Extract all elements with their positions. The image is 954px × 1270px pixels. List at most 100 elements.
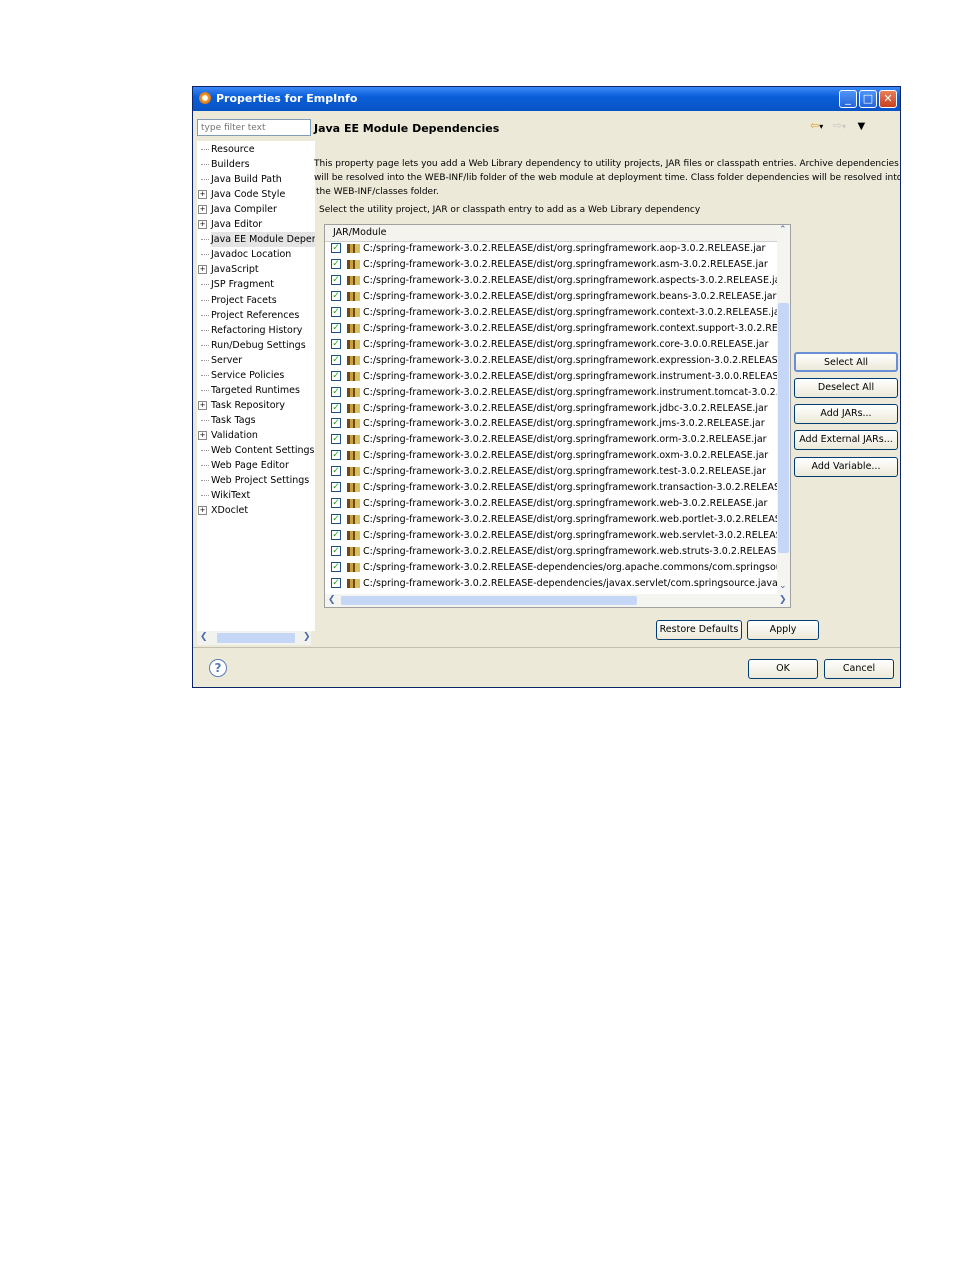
jar-icon xyxy=(347,275,360,285)
maximize-button[interactable]: □ xyxy=(859,90,877,108)
restore-defaults-button[interactable]: Restore Defaults xyxy=(656,620,742,640)
close-button[interactable]: ✕ xyxy=(879,90,897,108)
table-row[interactable]: ✓ C:/spring-framework-3.0.2.RELEASE/dist/… xyxy=(325,464,777,480)
tree-item-label: XDoclet xyxy=(211,505,249,517)
row-checkbox[interactable]: ✓ xyxy=(331,386,341,397)
apply-button[interactable]: Apply xyxy=(747,620,819,640)
expand-icon[interactable]: + xyxy=(198,190,207,200)
tree-item-label: Validation xyxy=(211,429,258,441)
tree-connector xyxy=(201,389,209,391)
row-checkbox[interactable]: ✓ xyxy=(331,322,341,333)
table-row[interactable]: ✓ C:/spring-framework-3.0.2.RELEASE/dist/… xyxy=(325,337,777,353)
tree-scroll-thumb[interactable] xyxy=(217,633,295,643)
scroll-up-icon[interactable]: ⌃ xyxy=(779,225,787,235)
jar-path: C:/spring-framework-3.0.2.RELEASE/dist/o… xyxy=(363,514,777,526)
scroll-right-icon[interactable]: ❯ xyxy=(779,595,787,605)
expand-icon[interactable]: + xyxy=(198,205,207,215)
row-checkbox[interactable]: ✓ xyxy=(331,482,341,493)
scroll-right-icon[interactable]: ❯ xyxy=(303,632,311,642)
row-checkbox[interactable]: ✓ xyxy=(331,498,341,509)
add-jars-button[interactable]: Add JARs... xyxy=(794,404,898,424)
table-row[interactable]: ✓ C:/spring-framework-3.0.2.RELEASE/dist/… xyxy=(325,369,777,385)
scroll-left-icon[interactable]: ❮ xyxy=(328,595,336,605)
row-checkbox[interactable]: ✓ xyxy=(331,290,341,301)
table-row[interactable]: ✓ C:/spring-framework-3.0.2.RELEASE/dist/… xyxy=(325,273,777,289)
row-checkbox[interactable]: ✓ xyxy=(331,434,341,445)
jar-path: C:/spring-framework-3.0.2.RELEASE/dist/o… xyxy=(363,243,766,254)
row-checkbox[interactable]: ✓ xyxy=(331,306,341,317)
column-header-jar-module: JAR/Module xyxy=(333,227,387,238)
expand-icon[interactable]: + xyxy=(198,506,207,516)
page-description: This property page lets you add a Web Li… xyxy=(314,157,900,199)
row-checkbox[interactable]: ✓ xyxy=(331,243,341,253)
row-checkbox[interactable]: ✓ xyxy=(331,562,341,572)
row-checkbox[interactable]: ✓ xyxy=(331,450,341,461)
table-row[interactable]: ✓ C:/spring-framework-3.0.2.RELEASE/dist/… xyxy=(325,512,777,528)
tree-item-label: Service Policies xyxy=(211,369,285,381)
row-checkbox[interactable]: ✓ xyxy=(331,370,341,381)
tree-horizontal-scrollbar[interactable]: ❮ ❯ xyxy=(197,631,311,645)
row-checkbox[interactable]: ✓ xyxy=(331,577,341,588)
table-row[interactable]: ✓ C:/spring-framework-3.0.2.RELEASE/dist/… xyxy=(325,544,777,560)
back-dropdown-icon[interactable]: ▾ xyxy=(819,122,823,131)
table-row[interactable]: ✓ C:/spring-framework-3.0.2.RELEASE/dist/… xyxy=(325,241,777,257)
expand-icon[interactable]: + xyxy=(198,400,207,410)
table-row[interactable]: ✓ C:/spring-framework-3.0.2.RELEASE/dist/… xyxy=(325,528,777,544)
table-header[interactable]: JAR/Module xyxy=(325,225,777,242)
view-menu-icon[interactable]: ▼ xyxy=(857,121,865,132)
table-row[interactable]: ✓ C:/spring-framework-3.0.2.RELEASE/dist/… xyxy=(325,401,777,417)
minimize-button[interactable]: _ xyxy=(839,90,857,108)
expand-icon[interactable]: + xyxy=(198,220,207,230)
table-row[interactable]: ✓ C:/spring-framework-3.0.2.RELEASE/dist/… xyxy=(325,321,777,337)
table-row[interactable]: ✓ C:/spring-framework-3.0.2.RELEASE/dist/… xyxy=(325,289,777,305)
table-row[interactable]: ✓ C:/spring-framework-3.0.2.RELEASE/dist/… xyxy=(325,432,777,448)
table-row[interactable]: ✓ C:/spring-framework-3.0.2.RELEASE/dist/… xyxy=(325,385,777,401)
tree-connector xyxy=(201,419,209,421)
row-checkbox[interactable]: ✓ xyxy=(331,402,341,413)
tree-item-label: Run/Debug Settings xyxy=(211,339,306,351)
table-row[interactable]: ✓ C:/spring-framework-3.0.2.RELEASE/dist/… xyxy=(325,416,777,432)
back-arrow-icon[interactable]: ⇦ xyxy=(810,119,819,132)
table-vscroll-thumb[interactable] xyxy=(778,303,789,553)
row-checkbox[interactable]: ✓ xyxy=(331,530,341,541)
row-checkbox[interactable]: ✓ xyxy=(331,338,341,349)
filter-input[interactable] xyxy=(198,120,312,136)
jar-icon xyxy=(347,291,360,301)
row-checkbox[interactable]: ✓ xyxy=(331,514,341,525)
add-external-jars-button[interactable]: Add External JARs... xyxy=(794,430,898,450)
row-checkbox[interactable]: ✓ xyxy=(331,418,341,429)
table-row[interactable]: ✓ C:/spring-framework-3.0.2.RELEASE/dist/… xyxy=(325,257,777,273)
jar-icon xyxy=(347,515,360,525)
row-checkbox[interactable]: ✓ xyxy=(331,546,341,557)
table-row[interactable]: ✓ C:/spring-framework-3.0.2.RELEASE/dist/… xyxy=(325,480,777,496)
table-horizontal-scrollbar[interactable]: ❮ ❯ xyxy=(325,594,790,607)
scroll-down-icon[interactable]: ⌄ xyxy=(779,581,787,591)
table-row[interactable]: ✓ C:/spring-framework-3.0.2.RELEASE/dist/… xyxy=(325,496,777,512)
tree-item-label: Java Build Path xyxy=(211,174,282,186)
table-row[interactable]: ✓ C:/spring-framework-3.0.2.RELEASE/dist/… xyxy=(325,448,777,464)
ok-button[interactable]: OK xyxy=(748,659,818,679)
row-checkbox[interactable]: ✓ xyxy=(331,354,341,365)
row-checkbox[interactable]: ✓ xyxy=(331,258,341,269)
table-vertical-scrollbar[interactable]: ⌃ ⌄ xyxy=(777,225,790,595)
select-all-button[interactable]: Select All xyxy=(794,352,898,372)
add-variable-button[interactable]: Add Variable... xyxy=(794,457,898,477)
scroll-left-icon[interactable]: ❮ xyxy=(200,632,208,642)
table-row[interactable]: ✓ C:/spring-framework-3.0.2.RELEASE-depen… xyxy=(325,560,777,576)
deselect-all-button[interactable]: Deselect All xyxy=(794,378,898,398)
cancel-button[interactable]: Cancel xyxy=(824,659,894,679)
row-checkbox[interactable]: ✓ xyxy=(331,274,341,285)
table-hscroll-thumb[interactable] xyxy=(341,596,637,605)
forward-dropdown-icon[interactable]: ▾ xyxy=(842,122,846,131)
tree-item-label: WikiText xyxy=(211,490,251,502)
table-row[interactable]: ✓ C:/spring-framework-3.0.2.RELEASE/dist/… xyxy=(325,353,777,369)
help-icon[interactable]: ? xyxy=(209,659,227,677)
forward-arrow-icon[interactable]: ⇨ xyxy=(833,119,842,132)
table-row[interactable]: ✓ C:/spring-framework-3.0.2.RELEASE-depen… xyxy=(325,576,777,592)
table-row[interactable]: ✓ C:/spring-framework-3.0.2.RELEASE/dist/… xyxy=(325,305,777,321)
expand-icon[interactable]: + xyxy=(198,430,207,440)
expand-icon[interactable]: + xyxy=(198,265,207,275)
properties-dialog: Properties for EmpInfo _ □ ✕ Resource Bui… xyxy=(192,86,901,688)
row-checkbox[interactable]: ✓ xyxy=(331,466,341,477)
jar-icon xyxy=(347,244,360,253)
